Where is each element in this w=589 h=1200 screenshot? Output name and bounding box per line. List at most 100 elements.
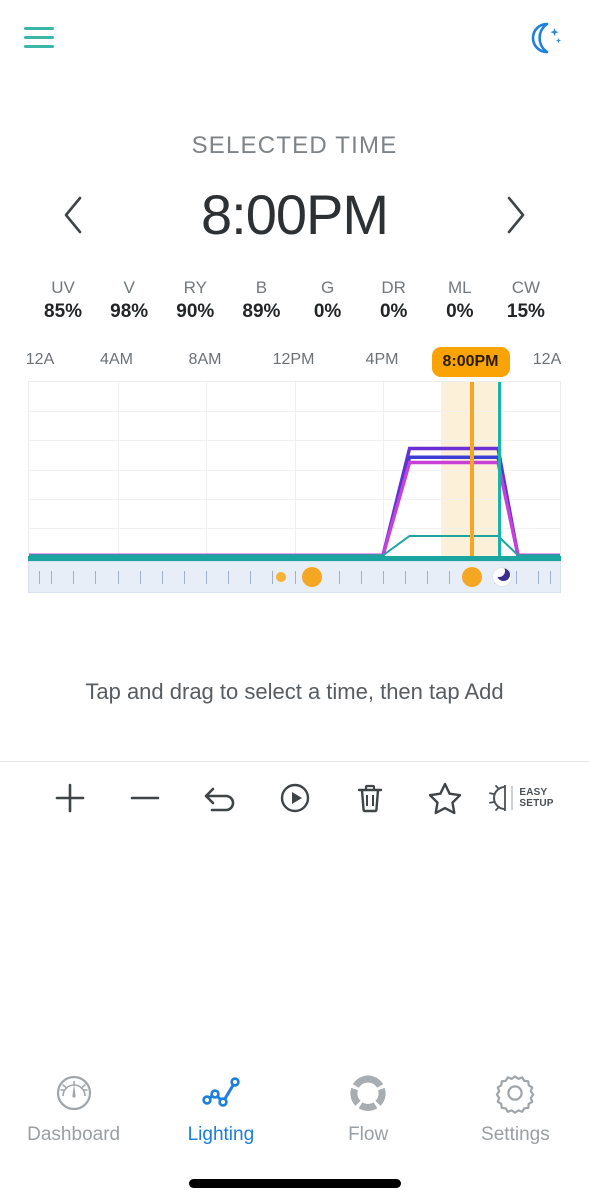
channel-value: 85% xyxy=(44,301,83,322)
donut-icon xyxy=(350,1075,386,1111)
line-chart-icon xyxy=(202,1077,240,1107)
channel-value: 15% xyxy=(506,301,545,322)
channel-name: CW xyxy=(511,278,541,297)
scrubber-tick xyxy=(161,571,163,584)
timeline-scrubber[interactable] xyxy=(28,561,561,593)
scrubber-tick xyxy=(360,571,362,584)
channel-name: DR xyxy=(381,278,406,297)
channel-name: UV xyxy=(51,278,75,297)
channel-value: 90% xyxy=(176,301,215,322)
bottom-navigation: Dashboard Lighting Flow Settings xyxy=(0,1062,589,1154)
scrubber-tick xyxy=(228,571,230,584)
chevron-left-icon[interactable] xyxy=(46,188,100,242)
selected-time-value[interactable]: 8:00PM xyxy=(100,182,489,247)
nav-item-lighting[interactable]: Lighting xyxy=(147,1070,294,1146)
scrubber-tick xyxy=(183,571,185,584)
channel-value: 98% xyxy=(110,301,149,322)
hamburger-bar xyxy=(24,26,54,30)
hint-text: Tap and drag to select a time, then tap … xyxy=(85,679,504,704)
scrubber-tick xyxy=(515,571,517,584)
channel-ml: ML 0% xyxy=(427,277,493,325)
scrubber-tick xyxy=(405,571,407,584)
channel-cw: CW 15% xyxy=(493,277,559,325)
scrubber-tick xyxy=(449,571,451,584)
axis-tick-label: 8AM xyxy=(188,351,222,368)
scrubber-tick xyxy=(338,571,340,584)
nav-item-settings[interactable]: Settings xyxy=(442,1070,589,1146)
channel-name: RY xyxy=(183,278,207,297)
moon-marker-icon[interactable] xyxy=(492,567,513,587)
channel-name: ML xyxy=(448,278,472,297)
scrubber-tick xyxy=(95,571,97,584)
scrubber-tick xyxy=(272,571,274,584)
channel-value: 0% xyxy=(446,301,474,322)
time-selector: 8:00PM xyxy=(0,182,589,247)
selected-time-badge[interactable]: 8:00PM xyxy=(431,347,510,377)
scrubber-tick xyxy=(550,571,551,584)
channel-value: 0% xyxy=(313,301,342,322)
easy-setup-label: EASY SETUP xyxy=(519,787,553,809)
scrubber-tick xyxy=(383,571,384,584)
nav-label: Flow xyxy=(348,1124,389,1145)
channel-value: 0% xyxy=(379,301,408,322)
hamburger-bar xyxy=(24,35,54,39)
axis-tick-label: 12PM xyxy=(272,351,315,368)
axis-tick-label: 12A xyxy=(532,351,562,368)
channel-uv: UV 85% xyxy=(30,277,96,325)
nav-label: Lighting xyxy=(187,1124,255,1145)
chart-line-ry xyxy=(29,463,560,556)
sun-dot-icon[interactable] xyxy=(461,567,482,587)
marker-line xyxy=(498,382,502,556)
easy-setup-button[interactable]: EASY SETUP xyxy=(482,762,557,833)
nav-label: Dashboard xyxy=(27,1124,121,1145)
top-bar xyxy=(0,0,589,74)
scrubber-tick xyxy=(294,571,296,584)
scrubber-tick xyxy=(206,571,207,584)
undo-button[interactable] xyxy=(182,762,257,833)
scrubber-tick xyxy=(139,571,141,584)
brightness-icon xyxy=(489,784,514,811)
scrubber-tick xyxy=(537,571,539,584)
moon-crescent xyxy=(493,568,511,581)
chart-line-cw xyxy=(29,536,560,555)
sunrise-dot-icon[interactable] xyxy=(276,572,287,582)
channel-g: G 0% xyxy=(295,277,361,325)
nav-item-flow[interactable]: Flow xyxy=(295,1070,442,1146)
delete-button[interactable] xyxy=(332,762,407,833)
axis-tick-label: 4AM xyxy=(100,351,133,368)
channel-ry: RY 90% xyxy=(162,277,228,325)
channel-value: 89% xyxy=(242,301,281,322)
moon-sparkle-icon[interactable] xyxy=(517,13,565,61)
time-cursor-line[interactable] xyxy=(469,382,474,556)
chart-line-uv xyxy=(29,457,560,555)
play-button[interactable] xyxy=(257,762,332,833)
chart-plot-area[interactable] xyxy=(28,381,561,556)
nav-label: Settings xyxy=(481,1124,550,1145)
hamburger-icon[interactable] xyxy=(24,25,54,49)
axis-tick-label: 12A xyxy=(25,351,55,368)
chevron-right-icon[interactable] xyxy=(489,188,543,242)
add-button[interactable] xyxy=(32,762,107,833)
home-indicator xyxy=(188,1179,401,1188)
channel-v: V 98% xyxy=(96,277,162,325)
channel-b: B 89% xyxy=(228,277,294,325)
channel-name: G xyxy=(320,278,335,297)
selected-time-label: SELECTED TIME xyxy=(191,132,398,159)
channel-values: UV 85% V 98% RY 90% B 89% G 0% DR 0% ML … xyxy=(0,277,589,325)
channel-dr: DR 0% xyxy=(361,277,427,325)
time-axis: 12A 4AM 8AM 12PM 4PM 8:00PM 12A xyxy=(25,347,562,381)
scrubber-tick xyxy=(51,571,53,584)
edit-toolbar: EASY SETUP xyxy=(0,761,589,833)
axis-tick-label: 4PM xyxy=(365,351,399,368)
chart-line-v xyxy=(29,449,560,556)
easy-setup-label-line1: EASY xyxy=(519,786,548,798)
channel-name: B xyxy=(255,278,268,297)
gear-icon xyxy=(496,1075,535,1114)
sun-dot-icon[interactable] xyxy=(302,567,323,587)
favorite-button[interactable] xyxy=(407,762,482,833)
remove-button[interactable] xyxy=(107,762,182,833)
nav-item-dashboard[interactable]: Dashboard xyxy=(0,1070,147,1146)
scrubber-tick xyxy=(39,571,40,584)
scrubber-tick xyxy=(427,571,429,584)
lighting-schedule-chart[interactable]: 12A 4AM 8AM 12PM 4PM 8:00PM 12A xyxy=(0,347,589,593)
